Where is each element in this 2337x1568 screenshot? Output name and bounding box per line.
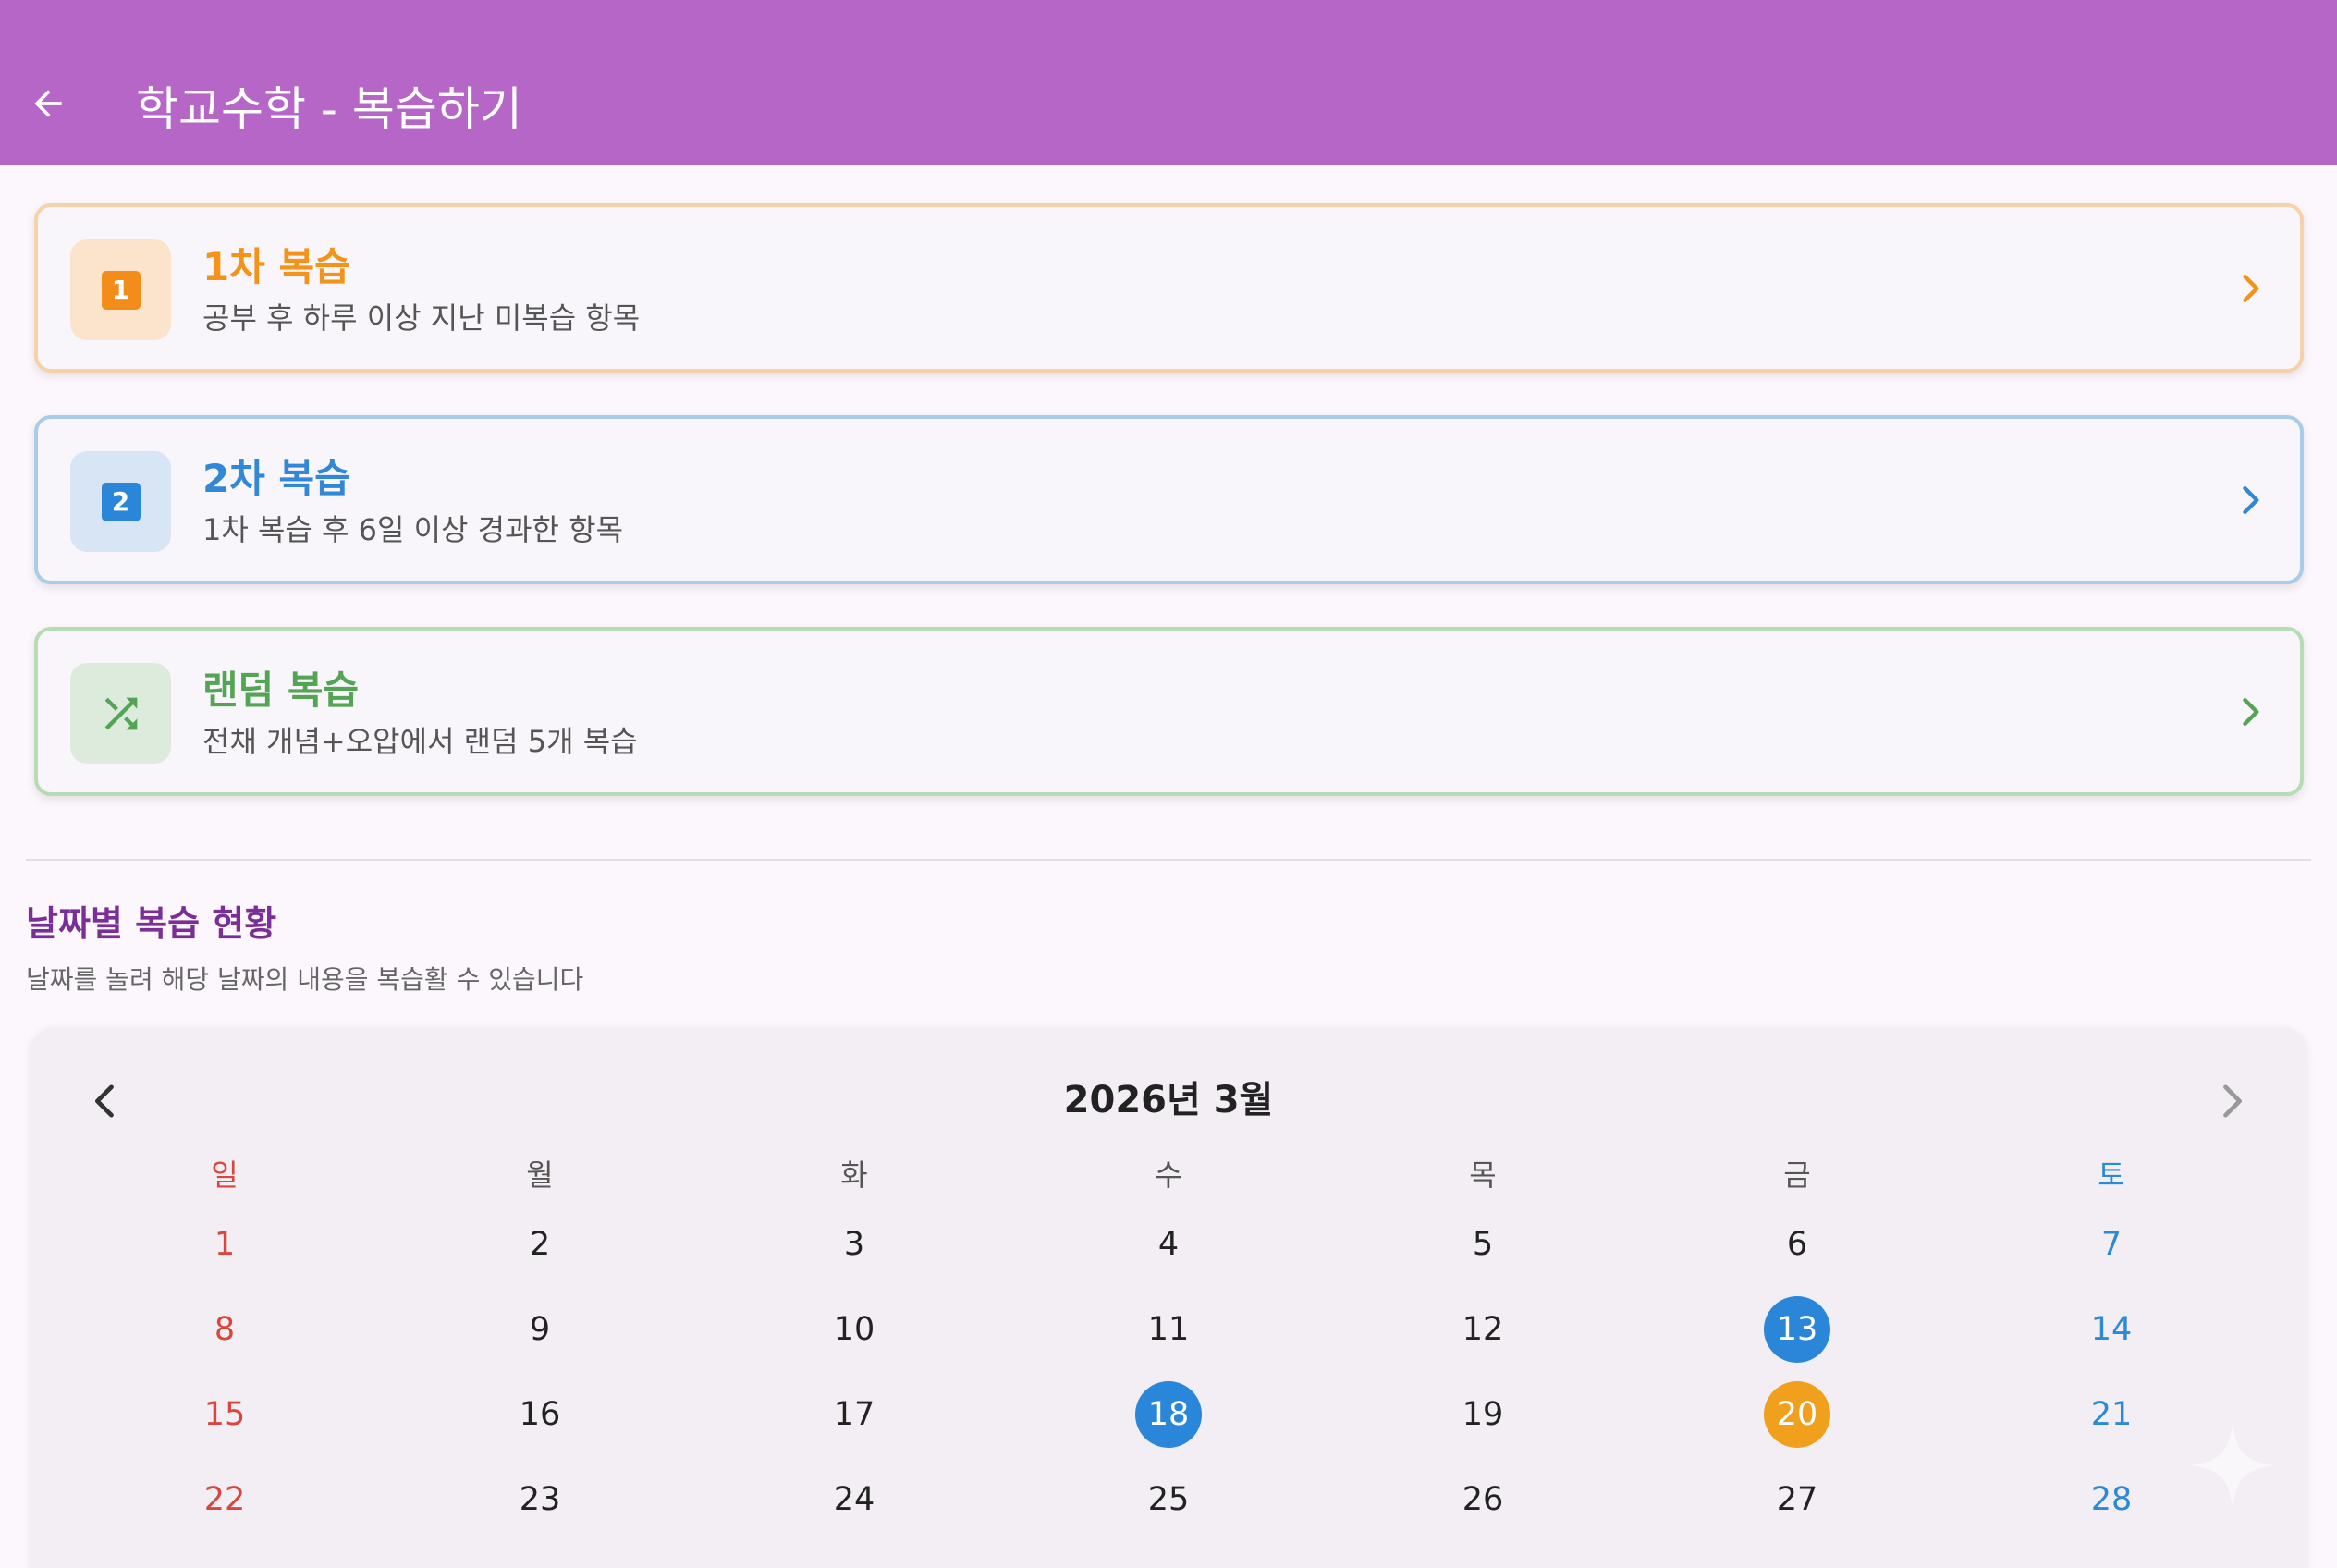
page-title: 학교수학 - 복습하기	[136, 82, 522, 136]
calendar-day[interactable]: 21	[2019, 1381, 2204, 1448]
calendar-day[interactable]: 27	[1705, 1466, 1890, 1533]
second-review-icon-box: 2	[70, 451, 171, 552]
calendar-day-number: 11	[1147, 1311, 1190, 1348]
weekday-label: 목	[1469, 1158, 1497, 1193]
sparkle-icon	[2190, 1423, 2275, 1508]
weekday-label: 토	[2098, 1158, 2125, 1193]
random-review-description: 전채 개념+오압에서 랜덤 5개 복습	[202, 724, 638, 759]
calendar-day[interactable]: 24	[762, 1466, 947, 1533]
calendar-day[interactable]: 9	[447, 1296, 632, 1363]
first-review-description: 공부 후 하루 이상 지난 미복습 항목	[202, 300, 641, 336]
calendar-day-number: 28	[2090, 1481, 2133, 1518]
calendar-day[interactable]: 11	[1076, 1296, 1261, 1363]
number-one-icon: 1	[101, 270, 141, 310]
back-button[interactable]	[22, 78, 74, 129]
weekday-label: 금	[1783, 1158, 1811, 1193]
calendar-day-number: 27	[1776, 1481, 1818, 1518]
calendar-day[interactable]: 18	[1076, 1381, 1261, 1448]
calendar-day-number: 22	[203, 1481, 246, 1518]
app-bar: 학교수학 - 복습하기	[0, 0, 2337, 165]
calendar-day[interactable]: 23	[447, 1466, 632, 1533]
calendar-day[interactable]: 15	[132, 1381, 317, 1448]
section-divider	[26, 859, 2311, 861]
section-title: 날짜별 복습 현황	[26, 903, 277, 944]
calendar-day[interactable]: 8	[132, 1296, 317, 1363]
calendar-day-number: 3	[843, 1226, 865, 1263]
random-review-card[interactable]: 랜덤 복습 전채 개념+오압에서 랜덤 5개 복습	[34, 627, 2304, 796]
second-review-card[interactable]: 2 2차 복습 1차 복습 후 6일 이상 경과한 항목	[34, 415, 2304, 584]
calendar-day[interactable]: 3	[762, 1211, 947, 1278]
weekday-label: 일	[211, 1158, 239, 1193]
calendar-day[interactable]: 7	[2019, 1211, 2204, 1278]
calendar-day-number: 1	[214, 1226, 236, 1263]
calendar-day-number: 12	[1462, 1311, 1504, 1348]
first-review-icon-box: 1	[70, 239, 171, 340]
calendar-day-number: 8	[214, 1311, 236, 1348]
calendar-day-number: 19	[1462, 1396, 1504, 1433]
first-review-card[interactable]: 1 1차 복습 공부 후 하루 이상 지난 미복습 항목	[34, 203, 2304, 373]
calendar-day-number: 25	[1147, 1481, 1190, 1518]
calendar-day[interactable]: 28	[2019, 1466, 2204, 1533]
second-review-description: 1차 복습 후 6일 이상 경과한 항목	[202, 512, 624, 547]
calendar-day-number: 14	[2090, 1311, 2133, 1348]
calendar-day[interactable]: 17	[762, 1381, 947, 1448]
weekday-label: 수	[1155, 1158, 1182, 1193]
calendar-day-number: 9	[529, 1311, 551, 1348]
calendar-day[interactable]: 25	[1076, 1466, 1261, 1533]
calendar-day-number: 23	[519, 1481, 561, 1518]
chevron-right-icon[interactable]	[2208, 1077, 2256, 1125]
calendar-day-number: 10	[833, 1311, 875, 1348]
random-review-title: 랜덤 복습	[202, 668, 360, 713]
random-review-icon-box	[70, 663, 171, 764]
chevron-right-icon	[2243, 697, 2259, 727]
second-review-title: 2차 복습	[202, 456, 350, 501]
shuffle-icon	[104, 697, 137, 729]
arrow-left-icon	[34, 90, 62, 117]
calendar-day-number: 21	[2090, 1396, 2133, 1433]
calendar-day-number: 5	[1472, 1226, 1494, 1263]
calendar-month-label: 2026년 3월	[1063, 1079, 1274, 1121]
calendar-day-number: 15	[203, 1396, 246, 1433]
calendar-day[interactable]: 10	[762, 1296, 947, 1363]
calendar-day[interactable]: 12	[1390, 1296, 1575, 1363]
calendar-day[interactable]: 2	[447, 1211, 632, 1278]
calendar-day[interactable]: 5	[1390, 1211, 1575, 1278]
weekday-label: 월	[526, 1158, 554, 1193]
number-two-icon: 2	[101, 482, 141, 521]
calendar-day[interactable]: 22	[132, 1466, 317, 1533]
calendar-day-number: 2	[529, 1226, 551, 1263]
calendar-day-number: 26	[1462, 1481, 1504, 1518]
weekday-header: 일월화수목금토	[31, 1155, 2306, 1195]
chevron-right-icon	[2243, 274, 2259, 303]
calendar-day[interactable]: 20	[1705, 1381, 1890, 1448]
calendar-day[interactable]: 26	[1390, 1466, 1575, 1533]
weekday-label: 화	[840, 1158, 868, 1193]
section-subtitle: 날짜를 놀려 해당 날짜의 내용을 복습활 수 있습니다	[26, 964, 584, 995]
calendar-day-number: 7	[2100, 1226, 2123, 1263]
calendar-day-marked: 18	[1135, 1381, 1202, 1448]
first-review-title: 1차 복습	[202, 244, 350, 289]
calendar-day-number: 4	[1157, 1226, 1180, 1263]
calendar-day[interactable]: 13	[1705, 1296, 1890, 1363]
calendar-day-number: 17	[833, 1396, 875, 1433]
calendar-day-marked: 13	[1764, 1296, 1830, 1363]
review-calendar: 2026년 3월 일월화수목금토 1 2 3 4 5 6 7 8 9 10 11 12 13 14 15 16…	[31, 1027, 2306, 1568]
calendar-day-number: 16	[519, 1396, 561, 1433]
chevron-right-icon	[2243, 485, 2259, 515]
calendar-day[interactable]: 19	[1390, 1381, 1575, 1448]
calendar-day[interactable]: 6	[1705, 1211, 1890, 1278]
calendar-day[interactable]: 14	[2019, 1296, 2204, 1363]
calendar-day[interactable]: 4	[1076, 1211, 1261, 1278]
calendar-day-number: 6	[1786, 1226, 1808, 1263]
calendar-day[interactable]: 16	[447, 1381, 632, 1448]
calendar-day-marked: 20	[1764, 1381, 1830, 1448]
calendar-day-number: 24	[833, 1481, 875, 1518]
calendar-day[interactable]: 1	[132, 1211, 317, 1278]
